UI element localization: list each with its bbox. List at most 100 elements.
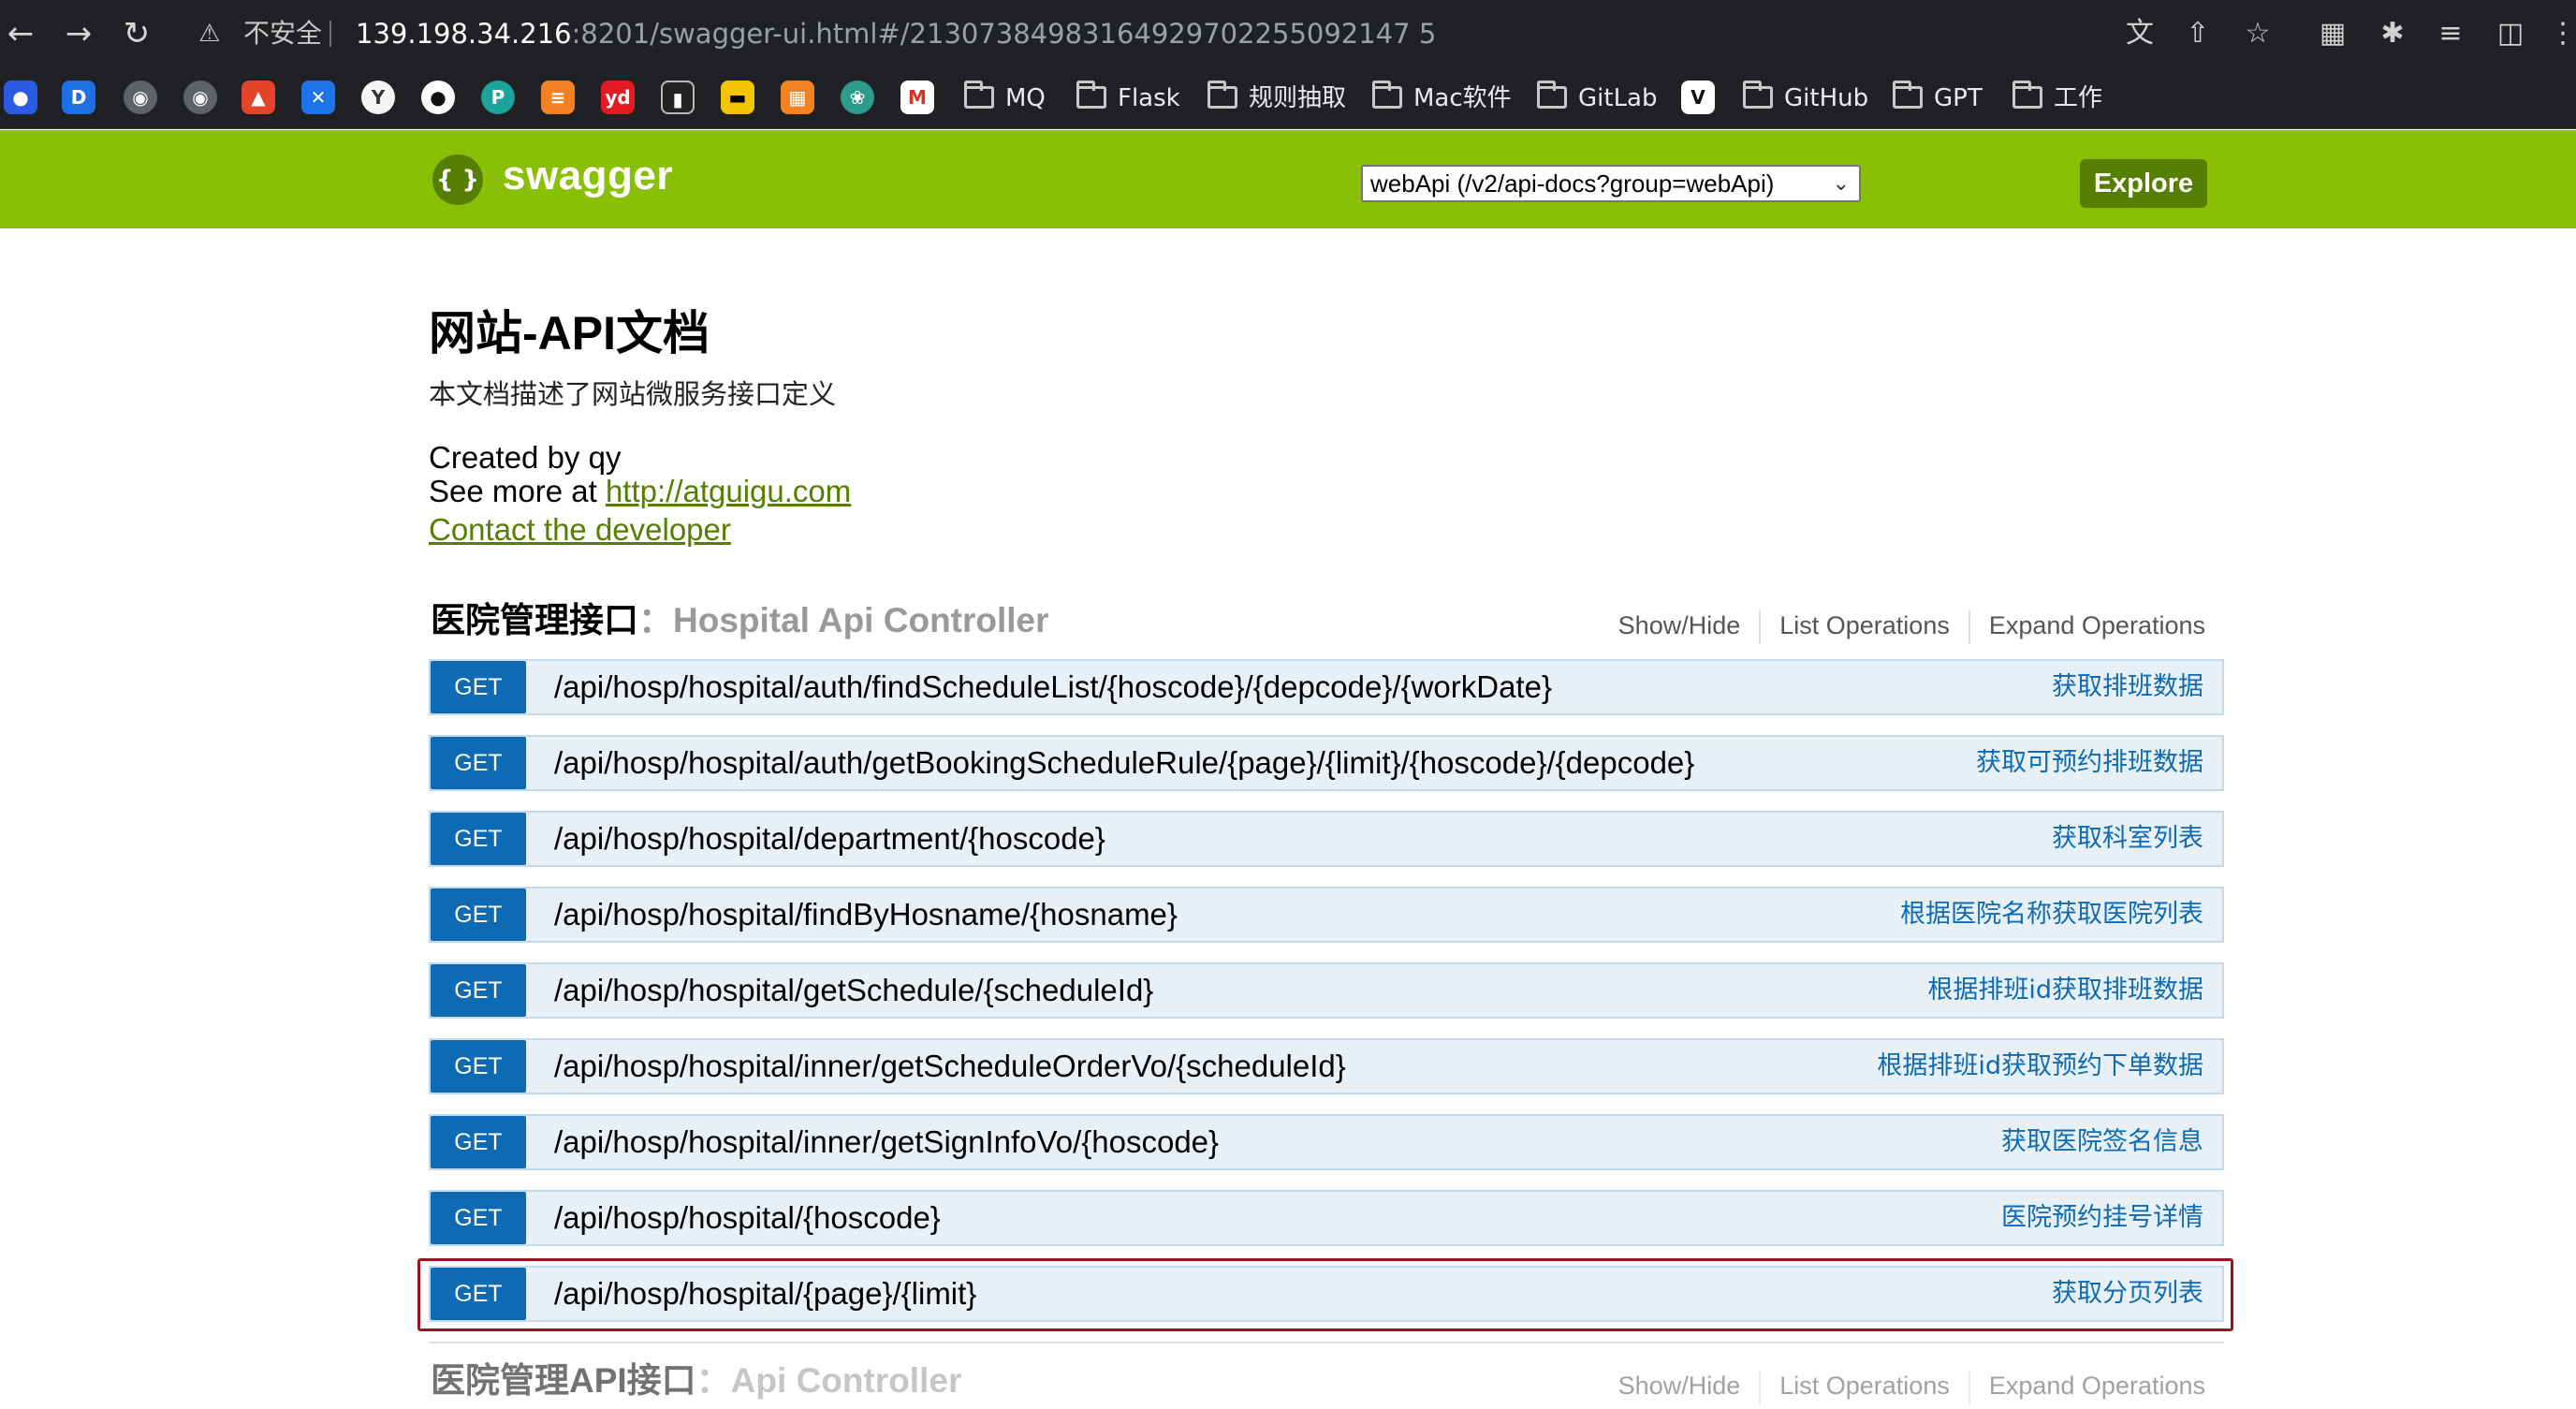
show-hide-link[interactable]: Show/Hide [1618,1372,1741,1400]
translate-icon[interactable]: 文 [2121,15,2159,52]
folder-icon [1372,81,1402,109]
grid-bookmark-icon[interactable]: ▦ [781,81,814,114]
highlight-annotation [417,1258,2233,1331]
forward-icon[interactable]: → [58,13,99,54]
operation-row[interactable]: GET /api/hosp/hospital/inner/getSchedule… [429,1038,2224,1094]
operation-path[interactable]: /api/hosp/hospital/auth/getBookingSchedu… [554,737,1694,789]
baidu-bookmark-icon[interactable]: ● [4,81,37,114]
bookmarks-bar: ● D ◉ ◉ ▲ ✕ Y ● P ≡ yd ▮ ▬ ▦ ❀ M MQ Flas… [0,67,2576,129]
operation-path[interactable]: /api/hosp/hospital/auth/findScheduleList… [554,661,1552,713]
operation-summary[interactable]: 获取可预约排班数据 [1976,737,2203,789]
menu-icon[interactable]: ⋮ [2544,15,2576,52]
reload-icon[interactable]: ↻ [116,13,157,54]
imdb-bookmark-icon[interactable]: ▬ [721,81,754,114]
chevron-down-icon: ⌄ [1832,171,1850,195]
folder-icon [1208,81,1237,109]
see-more: See more at http://atguigu.com [429,474,852,508]
http-method-badge[interactable]: GET [431,1192,526,1244]
d-bookmark-icon[interactable]: D [62,81,95,114]
http-method-badge[interactable]: GET [431,1116,526,1168]
v-bookmark-icon[interactable]: V [1681,81,1715,114]
operation-summary[interactable]: 获取排班数据 [2052,661,2203,713]
swagger-logo-icon: { } [432,154,483,205]
resource-heading-api-controller[interactable]: 医院管理API接口：Api Controller [431,1358,961,1404]
bookmark-folder-gitlab[interactable]: GitLab [1537,81,1658,116]
list-operations-link[interactable]: List Operations [1779,1372,1950,1400]
page-description: 本文档描述了网站微服务接口定义 [429,378,837,410]
github-bookmark-icon[interactable]: ● [421,81,455,114]
operation-path[interactable]: /api/hosp/hospital/{hoscode} [554,1192,941,1244]
show-hide-link[interactable]: Show/Hide [1618,611,1741,639]
operation-summary[interactable]: 根据医院名称获取医院列表 [1900,888,2203,941]
operation-row[interactable]: GET /api/hosp/hospital/auth/getBookingSc… [429,735,2224,791]
youdao-bookmark-icon[interactable]: yd [601,81,635,114]
back-icon[interactable]: ← [0,13,41,54]
expand-operations-link[interactable]: Expand Operations [1989,1372,2205,1400]
folder-icon [1076,81,1106,109]
operation-summary[interactable]: 根据排班id获取排班数据 [1927,964,2203,1017]
http-method-badge[interactable]: GET [431,888,526,941]
p-bookmark-icon[interactable]: P [481,81,515,114]
gear-bookmark-icon[interactable]: ❀ [841,81,874,114]
resource-actions: Show/Hide List Operations Expand Operation… [1618,602,2205,649]
operation-path[interactable]: /api/hosp/hospital/inner/getSignInfoVo/{… [554,1116,1219,1168]
bookmark-folder-work[interactable]: 工作 [2012,81,2102,116]
http-method-badge[interactable]: GET [431,1040,526,1093]
url-text[interactable]: 139.198.34.216:8201/swagger-ui.html#/213… [356,6,1436,62]
side-panel-icon[interactable]: ◫ [2492,15,2529,52]
api-group-select[interactable]: webApi (/v2/api-docs?group=webApi) ⌄ [1361,165,1861,202]
globe-bookmark-icon[interactable]: ◉ [124,81,157,114]
http-method-badge[interactable]: GET [431,964,526,1017]
explore-button[interactable]: Explore [2080,159,2207,208]
gitlab-bookmark-icon[interactable]: ▲ [242,81,275,114]
chrome-like-bookmark-icon[interactable]: Y [361,81,395,114]
resource-heading-hospital-api[interactable]: 医院管理接口：Hospital Api Controller [431,597,1049,644]
operation-path[interactable]: /api/hosp/hospital/getSchedule/{schedule… [554,964,1153,1017]
reading-list-icon[interactable]: ≡ [2432,15,2469,52]
bookmark-folder-rules[interactable]: 规则抽取 [1208,81,1346,116]
folder-icon [1893,81,1923,109]
operation-row[interactable]: GET /api/hosp/hospital/getSchedule/{sche… [429,962,2224,1019]
stackoverflow-bookmark-icon[interactable]: ≡ [541,81,575,114]
warning-icon: ⚠ [198,20,221,48]
page-title: 网站-API文档 [429,307,710,360]
contact-developer-link[interactable]: Contact the developer [429,513,731,547]
bookmark-folder-github[interactable]: GitHub [1743,81,1868,116]
bookmark-folder-gpt[interactable]: GPT [1893,81,1983,116]
see-more-link[interactable]: http://atguigu.com [606,474,851,508]
operation-path[interactable]: /api/hosp/hospital/department/{hoscode} [554,813,1105,865]
share-icon[interactable]: ⇧ [2179,15,2217,52]
folder-icon [964,81,994,109]
divider [429,1342,2224,1343]
folder-icon [1537,81,1567,109]
swagger-logo-text[interactable]: swagger [503,153,673,199]
extensions-icon[interactable]: ✱ [2374,15,2411,52]
bookmark-star-icon[interactable]: ☆ [2239,15,2276,52]
operation-path[interactable]: /api/hosp/hospital/inner/getScheduleOrde… [554,1040,1346,1093]
http-method-badge[interactable]: GET [431,813,526,865]
bookmark-folder-flask[interactable]: Flask [1076,81,1180,116]
operation-row[interactable]: GET /api/hosp/hospital/auth/findSchedule… [429,659,2224,715]
operation-row[interactable]: GET /api/hosp/hospital/inner/getSignInfo… [429,1114,2224,1170]
operation-summary[interactable]: 根据排班id获取预约下单数据 [1877,1040,2203,1093]
operation-summary[interactable]: 医院预约挂号详情 [2001,1192,2203,1244]
http-method-badge[interactable]: GET [431,661,526,713]
list-operations-link[interactable]: List Operations [1779,611,1950,639]
operation-summary[interactable]: 获取医院签名信息 [2001,1116,2203,1168]
gmail-bookmark-icon[interactable]: M [900,81,934,114]
operation-row[interactable]: GET /api/hosp/hospital/department/{hosco… [429,811,2224,867]
qr-code-icon[interactable]: ▦ [2314,15,2351,52]
bookmark-folder-mq[interactable]: MQ [964,81,1046,116]
globe-bookmark-icon-2[interactable]: ◉ [183,81,217,114]
notebook-bookmark-icon[interactable]: ▮ [661,81,695,114]
bookmark-folder-mac[interactable]: Mac软件 [1372,81,1512,116]
operation-row[interactable]: GET /api/hosp/hospital/findByHosname/{ho… [429,887,2224,943]
address-bar[interactable]: ⚠ 不安全 139.198.34.216:8201/swagger-ui.htm… [178,6,2115,62]
operation-row[interactable]: GET /api/hosp/hospital/{hoscode} 医院预约挂号详… [429,1190,2224,1246]
confluence-bookmark-icon[interactable]: ✕ [301,81,335,114]
expand-operations-link[interactable]: Expand Operations [1989,611,2205,639]
http-method-badge[interactable]: GET [431,737,526,789]
created-by: Created by qy [429,440,622,475]
operation-path[interactable]: /api/hosp/hospital/findByHosname/{hosnam… [554,888,1178,941]
operation-summary[interactable]: 获取科室列表 [2052,813,2203,865]
